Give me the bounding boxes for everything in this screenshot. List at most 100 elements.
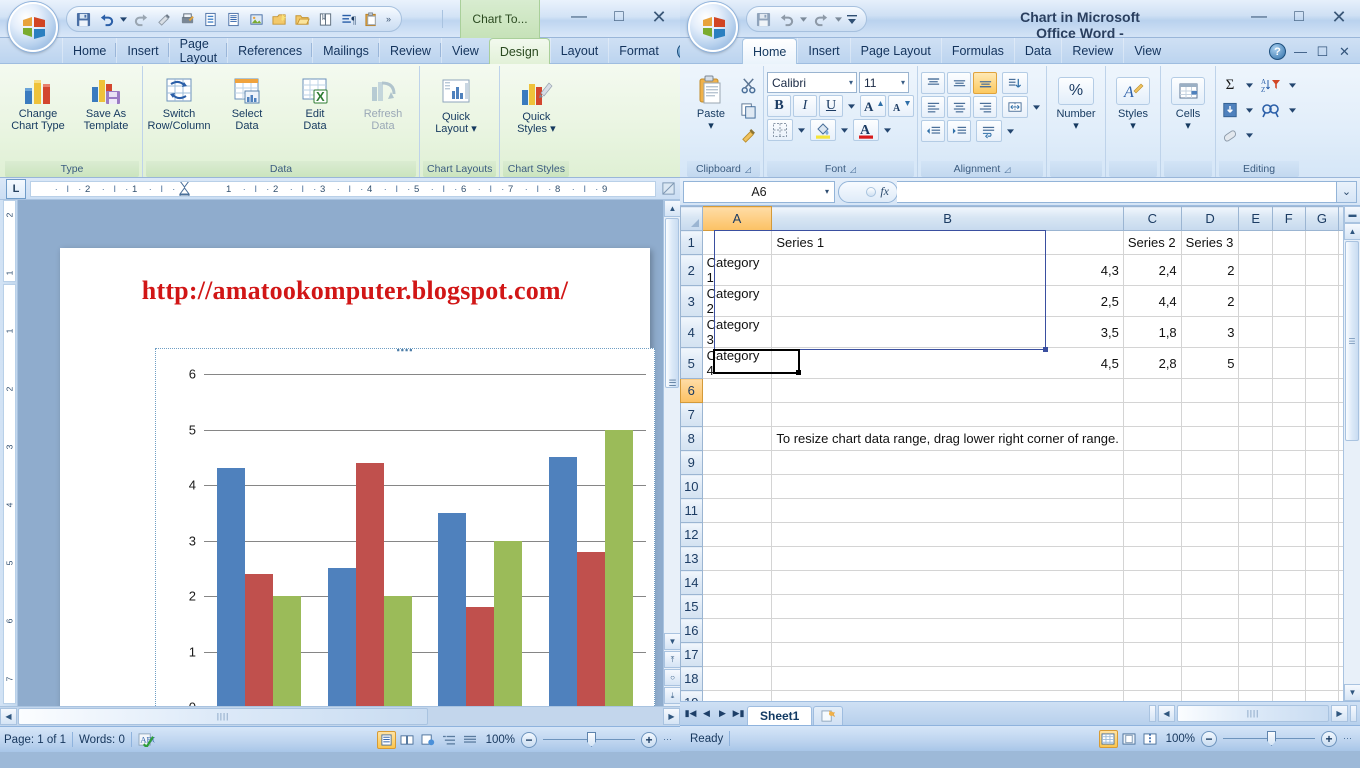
cell-D10[interactable] — [1180, 474, 1240, 499]
row-header-7[interactable]: 7 — [680, 402, 703, 427]
tab-references[interactable]: References — [227, 38, 313, 63]
spreadsheet-row[interactable]: 9 — [680, 450, 1360, 475]
spreadsheet-row[interactable]: 13 — [680, 546, 1360, 571]
cell-F13[interactable] — [1272, 546, 1306, 571]
tab-stop-selector[interactable]: L — [6, 178, 26, 199]
spreadsheet-row[interactable]: 4 Category 3 3,5 1,8 3 — [680, 316, 1360, 348]
minimize-button-word[interactable]: — — [564, 6, 594, 28]
cell-B9[interactable] — [771, 450, 1124, 475]
spreadsheet-row[interactable]: 14 — [680, 570, 1360, 595]
tab-formulas-excel[interactable]: Formulas — [940, 38, 1014, 63]
row-header-10[interactable]: 10 — [680, 474, 703, 499]
cell-C17[interactable] — [1122, 642, 1182, 667]
resize-grip[interactable]: ⋯ — [663, 734, 672, 745]
align-center-button[interactable] — [947, 96, 971, 118]
sort-filter-button[interactable]: AZ — [1258, 74, 1284, 96]
scroll-down-button[interactable]: ▼ — [664, 633, 680, 650]
bookmark-icon[interactable] — [315, 9, 335, 29]
word-zoom-controls[interactable]: 100% − + ⋯ — [376, 730, 676, 749]
sheet-tab-sheet1[interactable]: Sheet1 — [747, 705, 813, 726]
cell-E4[interactable] — [1238, 316, 1274, 348]
cell-A5[interactable]: Category 4 — [701, 347, 773, 379]
zoom-slider-thumb[interactable] — [587, 732, 596, 747]
increase-indent-button[interactable] — [947, 120, 971, 142]
change-chart-type-button[interactable]: Change Chart Type — [5, 71, 71, 135]
cell-E6[interactable] — [1238, 378, 1274, 403]
tab-review-excel[interactable]: Review — [1061, 38, 1123, 63]
edit-data-button[interactable]: X Edit Data — [282, 71, 348, 135]
scroll-right-button[interactable]: ▶ — [663, 708, 680, 725]
cell-A1[interactable] — [701, 230, 773, 255]
cell-D5[interactable]: 5 — [1180, 347, 1240, 379]
cell-E12[interactable] — [1238, 522, 1274, 547]
spreadsheet-row[interactable]: 10 — [680, 474, 1360, 499]
cell-G9[interactable] — [1304, 450, 1340, 475]
chart-object[interactable]: ▪▪▪▪ 0123456Category 1Category 2Category… — [155, 345, 655, 706]
paste-dropdown-caret[interactable]: ▾ — [708, 120, 714, 132]
cell-F14[interactable] — [1272, 570, 1306, 595]
cell-F15[interactable] — [1272, 594, 1306, 619]
align-bottom-button[interactable] — [973, 72, 997, 94]
excel-horizontal-scrollbar[interactable]: ◀ |||| ▶ — [1149, 705, 1360, 722]
wrap-dropdown-icon[interactable] — [1004, 120, 1017, 142]
spreadsheet-row[interactable]: 1 Series 1 Series 2 Series 3 — [680, 230, 1360, 255]
scroll-right-button-excel[interactable]: ▶ — [1331, 705, 1348, 722]
excel-quick-access-toolbar[interactable] — [746, 6, 867, 32]
tab-view[interactable]: View — [440, 38, 489, 63]
cell-B4[interactable]: 3,5 — [771, 316, 1124, 348]
cell-G4[interactable] — [1304, 316, 1340, 348]
cell-C10[interactable] — [1122, 474, 1182, 499]
cell-G11[interactable] — [1304, 498, 1340, 523]
scroll-up-button[interactable]: ▲ — [664, 200, 680, 217]
autosum-dropdown-icon[interactable] — [1243, 74, 1256, 96]
close-workbook-button[interactable]: ✕ — [1337, 44, 1352, 60]
cell-E3[interactable] — [1238, 285, 1274, 317]
cell-C18[interactable] — [1122, 666, 1182, 691]
cell-E15[interactable] — [1238, 594, 1274, 619]
spreadsheet-row[interactable]: 18 — [680, 666, 1360, 691]
cell-A17[interactable] — [701, 642, 773, 667]
decrease-font-size-button[interactable]: A — [888, 95, 914, 117]
cell-A4[interactable]: Category 3 — [701, 316, 773, 348]
spreadsheet-row[interactable]: 15 — [680, 594, 1360, 619]
cell-A7[interactable] — [701, 402, 773, 427]
page-setup-icon[interactable] — [200, 9, 220, 29]
cell-F2[interactable] — [1272, 254, 1306, 286]
scroll-down-button-excel[interactable]: ▼ — [1344, 684, 1360, 701]
styles-button[interactable]: A Styles ▾ — [1109, 71, 1157, 135]
open-icon[interactable] — [292, 9, 312, 29]
cell-G6[interactable] — [1304, 378, 1340, 403]
cell-D4[interactable]: 3 — [1180, 316, 1240, 348]
fill-color-button[interactable] — [810, 119, 836, 141]
cell-C2[interactable]: 2,4 — [1122, 254, 1182, 286]
paste-button[interactable]: Paste ▾ — [687, 71, 735, 135]
cell-G17[interactable] — [1304, 642, 1340, 667]
tab-insert[interactable]: Insert — [116, 38, 169, 63]
cell-A11[interactable] — [701, 498, 773, 523]
cell-G7[interactable] — [1304, 402, 1340, 427]
chevron-down-icon[interactable]: ▾ — [901, 78, 905, 87]
underline-button[interactable]: U — [819, 95, 843, 117]
quick-layout-button[interactable]: Quick Layout ▾ — [423, 74, 489, 138]
scroll-up-button-excel[interactable]: ▲ — [1344, 223, 1360, 240]
word-vertical-scrollbar[interactable]: ▲ ☰ ▼ ⤒ ○ ⤓ — [663, 200, 680, 706]
row-header-15[interactable]: 15 — [680, 594, 703, 619]
cell-D15[interactable] — [1180, 594, 1240, 619]
copy-button[interactable] — [737, 99, 760, 121]
cell-A10[interactable] — [701, 474, 773, 499]
zoom-in-button[interactable]: + — [641, 731, 657, 748]
bold-button[interactable]: B — [767, 95, 791, 117]
cell-B2[interactable]: 4,3 — [771, 254, 1124, 286]
cell-F16[interactable] — [1272, 618, 1306, 643]
fill-dropdown-icon[interactable] — [1243, 99, 1256, 121]
clear-button[interactable] — [1219, 124, 1241, 146]
cell-E1[interactable] — [1238, 230, 1274, 255]
scroll-left-button-excel[interactable]: ◀ — [1158, 705, 1175, 722]
cell-G10[interactable] — [1304, 474, 1340, 499]
cell-B3[interactable]: 2,5 — [771, 285, 1124, 317]
word-document-area[interactable]: 2112345678 http://amatookomputer.blogspo… — [0, 200, 680, 706]
font-color-button[interactable]: A — [853, 119, 879, 141]
scroll-thumb-horizontal[interactable]: |||| — [18, 708, 428, 725]
sort-filter-dropdown-icon[interactable] — [1286, 74, 1299, 96]
cell-A2[interactable]: Category 1 — [701, 254, 773, 286]
